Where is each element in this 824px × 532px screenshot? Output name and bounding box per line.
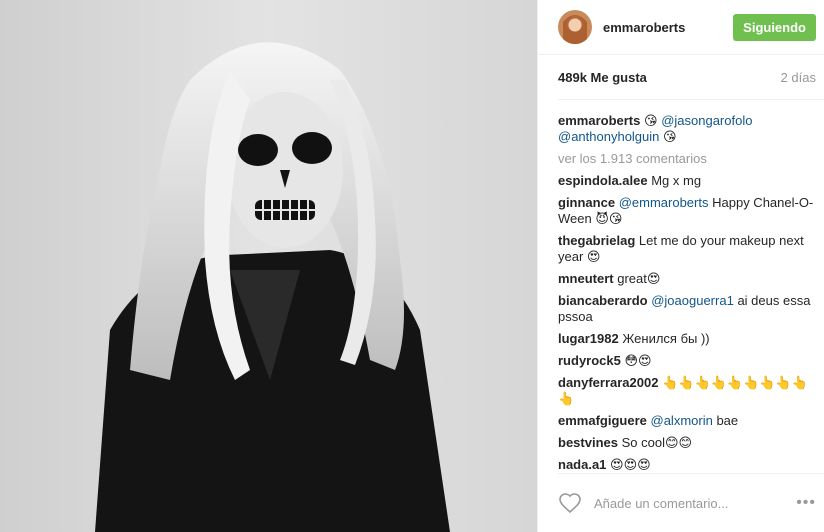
caption-emoji: 😘 [644,113,658,128]
caption-mention-1[interactable]: @jasongarofolo [661,113,752,128]
following-button[interactable]: Siguiendo [733,13,816,41]
avatar-image [558,10,592,44]
post-side-panel: emmaroberts Siguiendo 489k Me gusta 2 dí… [537,0,824,532]
comment-text: 😍😍😍 [610,457,651,472]
comment-username[interactable]: espindola.alee [558,173,648,188]
comment-item: thegabrielag Let me do your makeup next … [558,233,816,265]
comment-username[interactable]: thegabrielag [558,233,635,248]
comment-text: bae [716,413,739,428]
comment-text: 😳😍 [624,353,652,368]
comment-text: Женился бы )) [622,331,710,346]
more-options-icon[interactable]: ••• [796,494,816,512]
comment-footer: ••• [558,473,824,532]
comment-mention[interactable]: @emmaroberts [619,195,709,210]
comment-text: Mg x mg [651,173,702,188]
comment-item: nada.a1 😍😍😍 [558,457,816,472]
instagram-post: emmaroberts Siguiendo 489k Me gusta 2 dí… [0,0,824,532]
post-meta: 489k Me gusta 2 días [538,55,824,99]
comment-username[interactable]: danyferrara2002 [558,375,658,390]
comment-username[interactable]: ginnance [558,195,615,210]
heart-icon[interactable] [558,491,582,515]
comments-list: emmaroberts 😘 @jasongarofolo @anthonyhol… [558,113,816,472]
comment-text: So cool😊😊 [621,435,693,450]
comment-username[interactable]: emmafgiguere [558,413,647,428]
comment-item: rudyrock5 😳😍 [558,353,816,369]
comment-username[interactable]: mneutert [558,271,614,286]
comment-username[interactable]: nada.a1 [558,457,606,472]
comment-mention[interactable]: @joaoguerra1 [651,293,734,308]
comment-mention[interactable]: @alxmorin [651,413,713,428]
comment-item: lugar1982 Женился бы )) [558,331,816,347]
comment-username[interactable]: bestvines [558,435,618,450]
comment-username[interactable]: lugar1982 [558,331,619,346]
comment-username[interactable]: rudyrock5 [558,353,621,368]
likes-count[interactable]: 489k Me gusta [558,70,647,85]
post-header: emmaroberts Siguiendo [538,0,824,55]
portrait-image [0,0,537,532]
post-username[interactable]: emmaroberts [603,20,733,35]
comment-item: mneutert great😍 [558,271,816,287]
comment-item: bestvines So cool😊😊 [558,435,816,451]
comment-item: ginnance @emmaroberts Happy Chanel-O-Wee… [558,195,816,227]
comment-username[interactable]: biancaberardo [558,293,648,308]
view-all-comments-link[interactable]: ver los 1.913 comentarios [558,151,816,167]
caption-mention-2[interactable]: @anthonyholguin [558,129,659,144]
comment-text: great😍 [617,271,661,286]
caption-username[interactable]: emmaroberts [558,113,640,128]
comment-item: biancaberardo @joaoguerra1 ai deus essa … [558,293,816,325]
caption-emoji-2: 😘 [663,129,677,144]
add-comment-input[interactable] [592,494,797,512]
comment-item: danyferrara2002 👆👆👆👆👆👆👆👆👆👆 [558,375,816,407]
divider [558,99,824,100]
comment-item: emmafgiguere @alxmorin bae [558,413,816,429]
comment-entries: espindola.alee Mg x mg ginnance @emmarobe… [558,173,816,472]
caption: emmaroberts 😘 @jasongarofolo @anthonyhol… [558,113,816,145]
avatar[interactable] [558,10,592,44]
comment-item: espindola.alee Mg x mg [558,173,816,189]
post-time: 2 días [780,69,816,85]
post-photo[interactable] [0,0,537,532]
